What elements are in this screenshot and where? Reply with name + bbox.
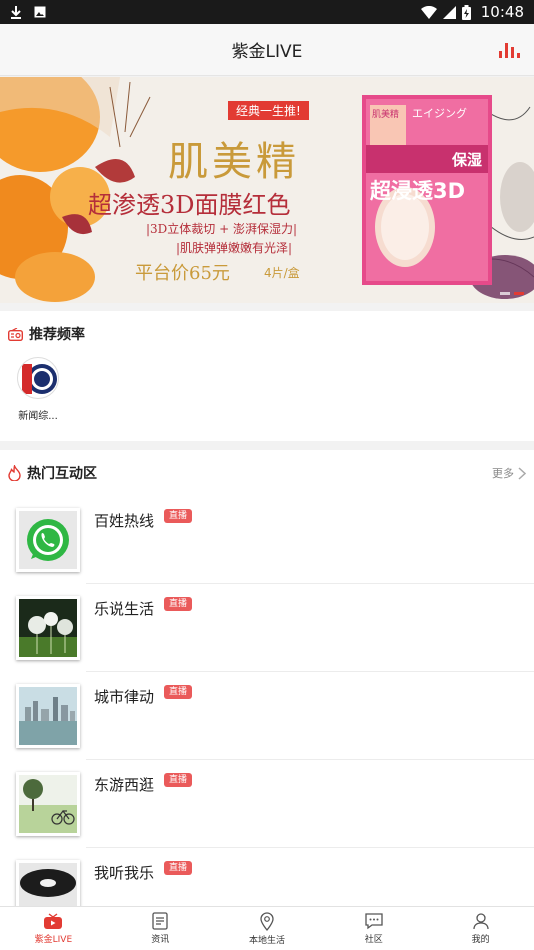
recommend-section: 推荐频率 新闻综...	[0, 311, 534, 441]
thumbnail	[16, 860, 80, 906]
page-title: 紫金LIVE	[231, 42, 303, 62]
banner-line-2: |肌肤弹弹嫩嫩有光泽|	[176, 241, 293, 255]
tab-zijin-live[interactable]: 紫金LIVE	[0, 907, 107, 950]
tab-label: 紫金LIVE	[34, 934, 73, 945]
thumbnail	[16, 772, 80, 836]
product-brand: 肌美精	[372, 110, 400, 120]
header: 紫金LIVE	[0, 24, 534, 76]
item-title: 百姓热线	[94, 512, 155, 530]
chevron-right-icon	[518, 466, 526, 480]
banner-tag: 经典一生推!	[228, 101, 309, 120]
product-title: 超浸透3D	[370, 179, 466, 203]
radio-icon	[8, 327, 23, 341]
location-icon	[260, 911, 274, 931]
list-item[interactable]: 东游西逛 直播	[0, 760, 534, 848]
product-top-label: エイジング	[412, 107, 467, 120]
dandelion-image	[19, 599, 77, 657]
channel-item[interactable]: 新闻综...	[14, 357, 62, 422]
carousel-dot-active	[514, 292, 524, 295]
product-side-label: 保湿	[452, 151, 483, 169]
list-item[interactable]: 百姓热线 直播	[0, 496, 534, 584]
vinyl-record-image	[19, 863, 77, 906]
tab-local-life[interactable]: 本地生活	[214, 907, 321, 950]
person-icon	[472, 913, 489, 930]
hot-header: 热门互动区 更多	[0, 450, 534, 496]
item-title: 城市律动	[94, 688, 155, 706]
recommend-header: 推荐频率	[0, 311, 534, 357]
tab-label: 资讯	[151, 935, 170, 945]
carousel-dot	[500, 292, 510, 295]
item-title: 东游西逛	[94, 776, 155, 794]
item-title: 乐说生活	[94, 600, 155, 618]
hot-title: 热门互动区	[27, 466, 97, 482]
whatsapp-icon	[19, 511, 77, 569]
signal-icon	[442, 5, 456, 19]
fire-icon	[8, 465, 21, 481]
banner-line-1: |3D立体裁切 + 澎湃保湿力|	[146, 222, 298, 236]
document-icon	[152, 912, 168, 930]
wifi-icon	[420, 5, 437, 19]
battery-icon	[461, 4, 471, 20]
more-label: 更多	[492, 467, 514, 480]
tab-news[interactable]: 资讯	[107, 907, 214, 950]
live-badge: 直播	[164, 685, 193, 699]
tab-mine[interactable]: 我的	[427, 907, 534, 950]
bicycle-field-image	[19, 775, 77, 833]
tab-community[interactable]: 社区	[320, 907, 427, 950]
live-badge: 直播	[164, 773, 193, 787]
banner-headline: 超渗透3D面膜红色	[88, 191, 291, 219]
banner-unit: 4片/盒	[264, 266, 300, 280]
recommend-title: 推荐频率	[29, 327, 85, 343]
banner-price: 平台价65元	[135, 263, 230, 284]
live-badge: 直播	[164, 861, 193, 875]
image-notification-icon	[34, 6, 46, 18]
tab-label: 社区	[364, 935, 383, 945]
channel-logo-icon	[22, 364, 57, 394]
promo-banner[interactable]: 经典一生推! 肌美精 超渗透3D面膜红色 |3D立体裁切 + 澎湃保湿力| |肌…	[0, 77, 534, 303]
more-link[interactable]: 更多	[492, 465, 526, 481]
live-badge: 直播	[164, 597, 193, 611]
list-item[interactable]: 乐说生活 直播	[0, 584, 534, 672]
audio-playing-icon[interactable]	[498, 40, 520, 58]
download-icon	[11, 6, 21, 19]
tab-label: 我的	[471, 935, 490, 945]
list-item[interactable]: 我听我乐 直播	[0, 848, 534, 906]
clock: 10:48	[480, 3, 524, 21]
channel-name: 新闻综...	[18, 411, 58, 422]
tv-icon	[44, 912, 63, 929]
chat-icon	[365, 913, 383, 930]
thumbnail	[16, 596, 80, 660]
live-badge: 直播	[164, 509, 193, 523]
channel-logo	[17, 357, 59, 399]
list-item[interactable]: 城市律动 直播	[0, 672, 534, 760]
carousel-indicator	[500, 292, 524, 295]
status-bar: 10:48	[0, 0, 534, 24]
thumbnail	[16, 684, 80, 748]
tab-label: 本地生活	[248, 935, 285, 946]
city-skyline-image	[19, 687, 77, 745]
item-title: 我听我乐	[94, 864, 155, 882]
thumbnail	[16, 508, 80, 572]
banner-brand: 肌美精	[168, 139, 300, 185]
bottom-tab-bar: 紫金LIVE 资讯 本地生活 社区 我的	[0, 906, 534, 950]
